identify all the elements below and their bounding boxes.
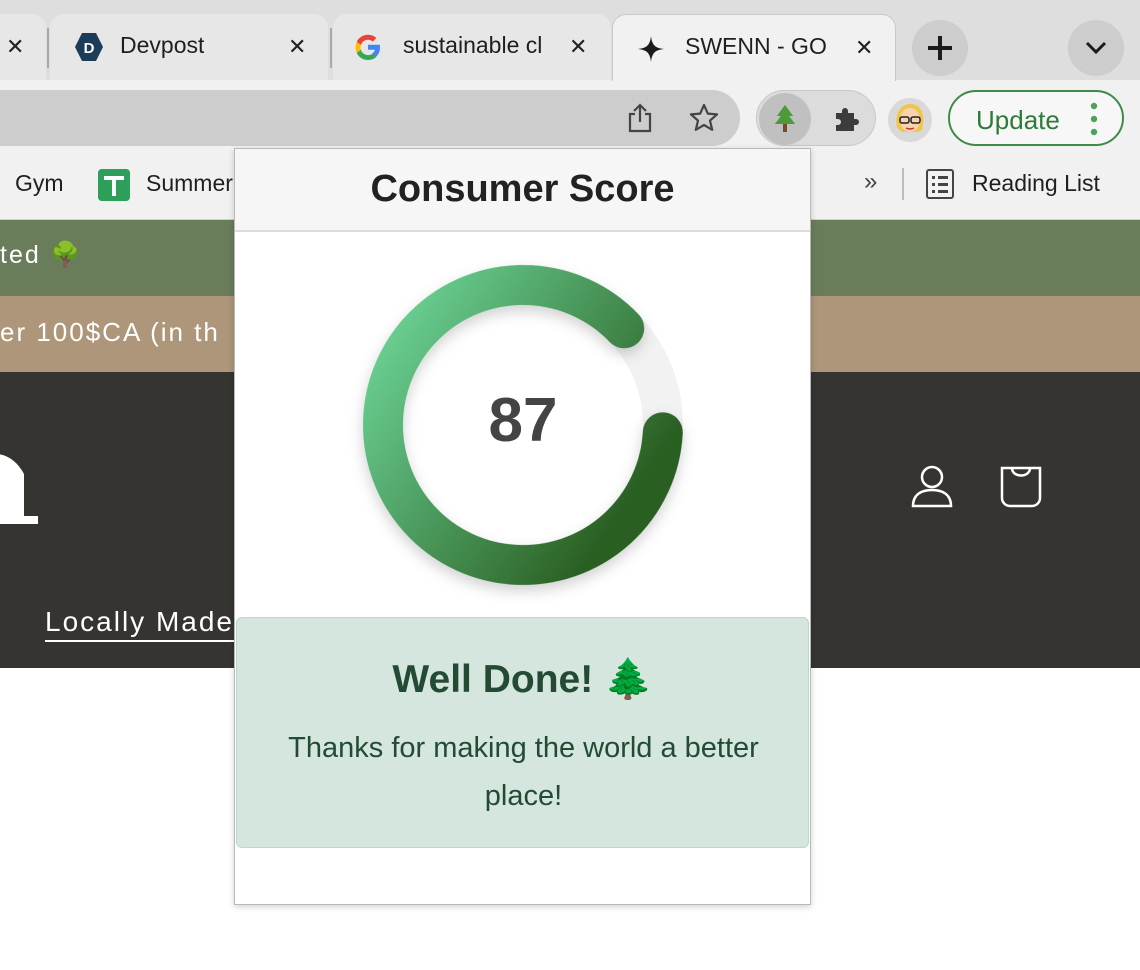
logo[interactable] — [0, 444, 40, 524]
tab-swenn-active[interactable]: SWENN - GO ✕ — [612, 14, 896, 81]
share-button[interactable] — [620, 98, 660, 138]
tab-title: sustainable cl — [403, 32, 543, 58]
devpost-icon: D — [75, 33, 103, 61]
puzzle-icon — [836, 108, 859, 131]
close-icon[interactable]: ✕ — [855, 35, 873, 61]
popup-title: Consumer Score — [370, 168, 675, 210]
extensions-button[interactable] — [829, 101, 865, 137]
tab-separator — [330, 28, 332, 68]
tab-separator — [47, 28, 49, 68]
cart-icon[interactable] — [998, 464, 1044, 508]
tab-title: Devpost — [120, 32, 205, 58]
reading-list-button[interactable]: Reading List — [972, 170, 1100, 197]
update-label: Update — [976, 105, 1060, 135]
google-icon — [355, 34, 380, 60]
announcement-text: ted 🌳 — [0, 241, 83, 269]
more-vert-icon[interactable] — [1090, 102, 1098, 136]
popup-header: Consumer Score — [235, 149, 810, 232]
reading-list-icon — [926, 169, 954, 199]
tab-devpost[interactable]: D Devpost ✕ — [50, 14, 328, 80]
tab-partial[interactable]: ✕ — [0, 14, 46, 80]
alert-title: Well Done! 🌲 — [392, 658, 653, 701]
shipping-text: er 100$CA (in th — [0, 317, 220, 347]
bookmark-gym[interactable]: Gym — [15, 170, 64, 197]
tab-search-button[interactable] — [1068, 20, 1124, 76]
consumer-score-popup: Consumer Score 87 Well Done! 🌲 Thanks fo… — [234, 148, 811, 905]
star-icon — [689, 103, 719, 131]
bookmark-star-button[interactable] — [684, 98, 724, 138]
chevron-down-icon — [1085, 41, 1107, 55]
consumer-score-extension-button[interactable] — [759, 93, 811, 145]
bookmark-summer[interactable]: Summer — [146, 170, 233, 197]
extensions-group — [756, 90, 876, 146]
tree-icon — [775, 105, 795, 132]
share-icon — [628, 103, 652, 133]
success-alert: Well Done! 🌲 Thanks for making the world… — [236, 617, 809, 848]
profile-avatar[interactable] — [888, 98, 932, 142]
tab-strip: ✕ D Devpost ✕ sustainable cl ✕ SWENN - G… — [0, 0, 1140, 81]
avatar-icon — [888, 98, 932, 142]
browser-toolbar: Update — [0, 80, 1140, 156]
close-icon[interactable]: ✕ — [6, 34, 24, 60]
sheets-icon — [98, 169, 130, 201]
svg-text:D: D — [84, 40, 95, 57]
score-value: 87 — [488, 386, 558, 455]
close-icon[interactable]: ✕ — [288, 34, 306, 60]
tab-title: SWENN - GO — [685, 33, 827, 59]
tab-google-search[interactable]: sustainable cl ✕ — [333, 14, 611, 80]
new-tab-button[interactable] — [912, 20, 968, 76]
sparkle-icon — [638, 36, 664, 62]
close-icon[interactable]: ✕ — [569, 34, 587, 60]
plus-icon — [928, 36, 952, 60]
bookmarks-separator — [902, 168, 904, 200]
nav-locally-made[interactable]: Locally Made — [45, 606, 245, 642]
update-button[interactable]: Update — [948, 90, 1124, 146]
alert-message: Thanks for making the world a better pla… — [288, 732, 759, 812]
more-bookmarks-button[interactable]: » — [864, 168, 877, 196]
account-icon[interactable] — [910, 464, 954, 508]
address-bar[interactable] — [0, 90, 740, 146]
